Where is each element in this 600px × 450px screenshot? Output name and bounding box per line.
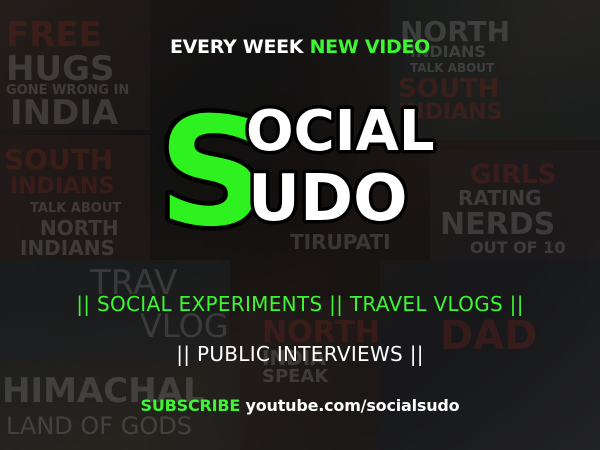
social-sudo-logo: S OCIAL UDO [150,92,450,242]
subscribe-label: SUBSCRIBE [140,396,241,415]
tagline-prefix: EVERY WEEK [169,36,304,58]
banner-content: EVERY WEEK NEW VIDEO S OCIAL UDO || SOCI… [0,0,600,450]
tagline: EVERY WEEK NEW VIDEO [0,36,600,58]
subscribe-callout: SUBSCRIBE youtube.com/socialsudo [0,396,600,415]
tagline-highlight: NEW VIDEO [309,36,431,58]
channel-url[interactable]: youtube.com/socialsudo [246,396,460,415]
logo-word1: OCIAL [246,99,435,164]
topics-line-1: || SOCIAL EXPERIMENTS || TRAVEL VLOGS || [76,292,524,316]
channel-banner: FREE HUGS GONE WRONG IN INDIA SOUTH INDI… [0,0,600,450]
topics-line-2: || PUBLIC INTERVIEWS || [176,342,424,366]
logo-word2: UDO [248,162,408,236]
